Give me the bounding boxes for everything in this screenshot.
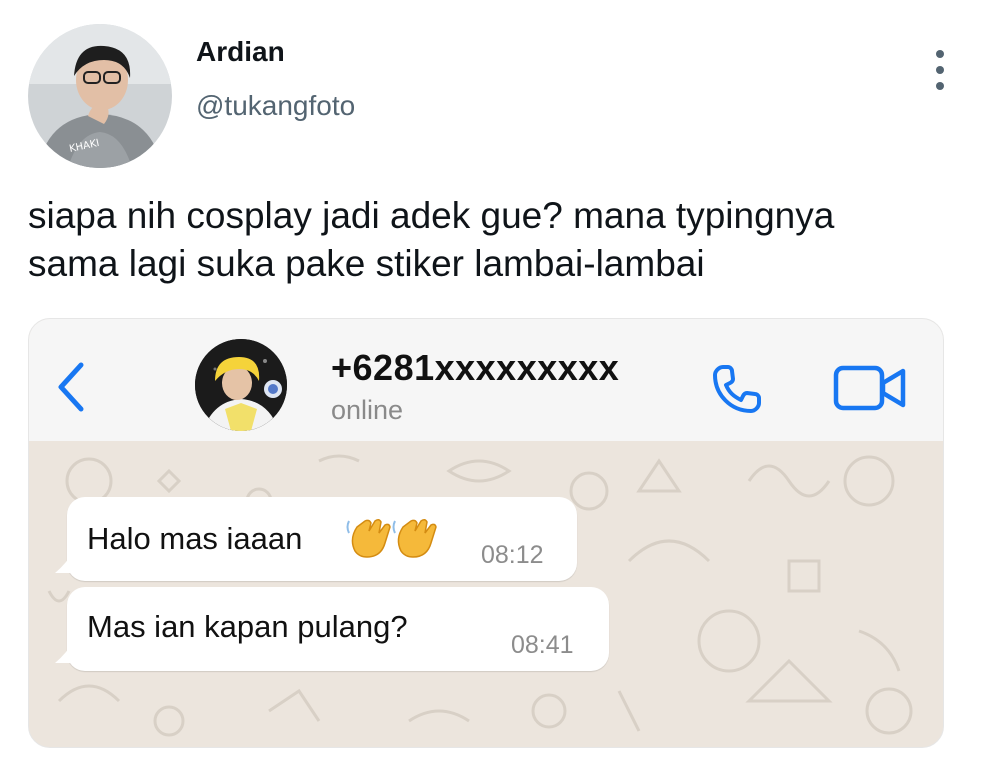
bubble-tail [55, 549, 75, 573]
message-text: Halo mas iaaan [87, 521, 303, 556]
bubble-tail [55, 639, 75, 663]
contact-avatar[interactable] [195, 339, 287, 431]
waving-hand-icon [391, 513, 441, 563]
more-dot [936, 82, 944, 90]
chat-header: +6281xxxxxxxxx online [29, 319, 943, 442]
message-bubble[interactable]: Halo mas iaaan 08:12 [55, 497, 577, 581]
contact-name[interactable]: +6281xxxxxxxxx [331, 347, 619, 389]
video-camera-icon[interactable] [833, 363, 907, 413]
tweet-text: siapa nih cosplay jadi adek gue? mana ty… [28, 195, 835, 284]
message-text: Mas ian kapan pulang? [87, 609, 408, 644]
message-bubble[interactable]: Mas ian kapan pulang? 08:41 [55, 587, 609, 671]
attached-image[interactable]: +6281xxxxxxxxx online Halo mas iaaan 08:… [28, 318, 944, 748]
author-avatar[interactable]: KHAKI [28, 24, 172, 168]
author-handle[interactable]: @tukangfoto [196, 90, 355, 122]
message-time: 08:41 [511, 631, 574, 659]
more-dot [936, 66, 944, 74]
back-chevron-icon[interactable] [51, 359, 91, 415]
more-options-icon[interactable] [928, 50, 952, 90]
phone-icon[interactable] [709, 361, 765, 417]
message-time: 08:12 [481, 541, 544, 569]
tweet-card: KHAKI Ardian @tukangfoto siapa nih cospl… [0, 0, 1000, 769]
contact-status: online [331, 395, 404, 425]
author-name[interactable]: Ardian [196, 36, 285, 68]
more-dot [936, 50, 944, 58]
waving-hand-icon [345, 513, 395, 563]
